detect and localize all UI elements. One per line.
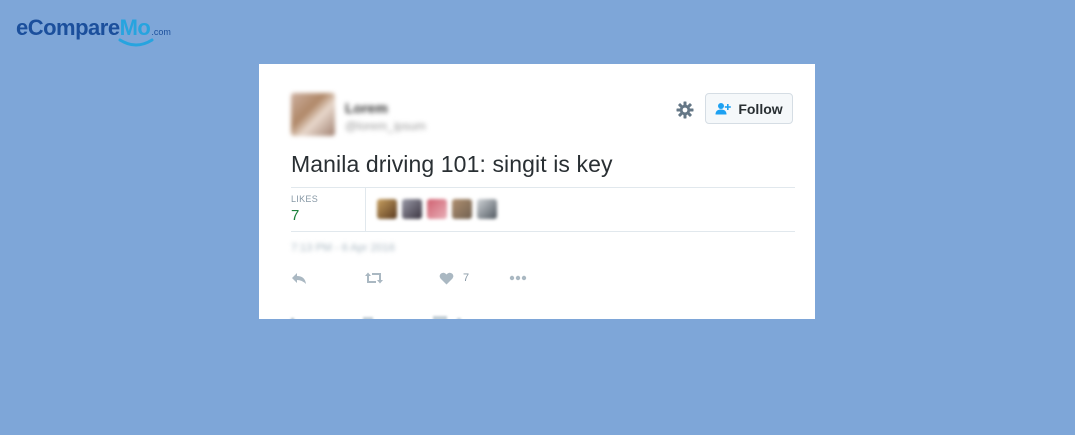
logo-suffix: .com xyxy=(151,27,171,37)
user-name[interactable]: Lorem xyxy=(345,100,388,116)
ecomparemo-logo: eCompare Mo .com xyxy=(16,14,171,48)
logo-text: eCompare xyxy=(16,15,120,40)
liker-avatars xyxy=(377,199,497,219)
user-handle[interactable]: @lorem_ipsum xyxy=(345,119,426,133)
reply-icon xyxy=(292,273,306,284)
tweet-actions: 7 xyxy=(291,268,591,288)
like-action-count: 7 xyxy=(463,272,470,284)
liker-avatar[interactable] xyxy=(402,199,422,219)
heart-icon xyxy=(439,272,454,284)
reply-button[interactable] xyxy=(291,268,307,288)
liker-avatar[interactable] xyxy=(377,199,397,219)
likes-count: 7 xyxy=(291,207,300,224)
follow-button-label: Follow xyxy=(738,100,783,117)
follow-user-icon xyxy=(715,103,732,115)
likes-label: LIKES xyxy=(291,194,319,204)
cutoff-row-fragment xyxy=(291,316,461,319)
liker-avatar[interactable] xyxy=(477,199,497,219)
tweet-stats: LIKES 7 xyxy=(291,187,795,232)
retweet-icon xyxy=(365,272,383,284)
like-button[interactable]: 7 xyxy=(439,268,469,288)
tweet-card: Lorem @lorem_ipsum Follow Manila driving… xyxy=(259,64,815,319)
retweet-button[interactable] xyxy=(365,268,383,288)
more-dots-icon xyxy=(509,275,527,281)
likes-stat[interactable]: LIKES 7 xyxy=(291,188,366,231)
tweet-text: Manila driving 101: singit is key xyxy=(291,151,613,177)
gear-icon[interactable] xyxy=(675,100,695,120)
follow-button[interactable]: Follow xyxy=(705,93,793,124)
avatar[interactable] xyxy=(291,93,335,136)
liker-avatar[interactable] xyxy=(427,199,447,219)
tweet-timestamp[interactable]: 7:13 PM - 6 Apr 2016 xyxy=(291,242,395,254)
liker-avatar[interactable] xyxy=(452,199,472,219)
more-button[interactable] xyxy=(509,268,527,288)
logo-smile-icon xyxy=(118,38,154,47)
